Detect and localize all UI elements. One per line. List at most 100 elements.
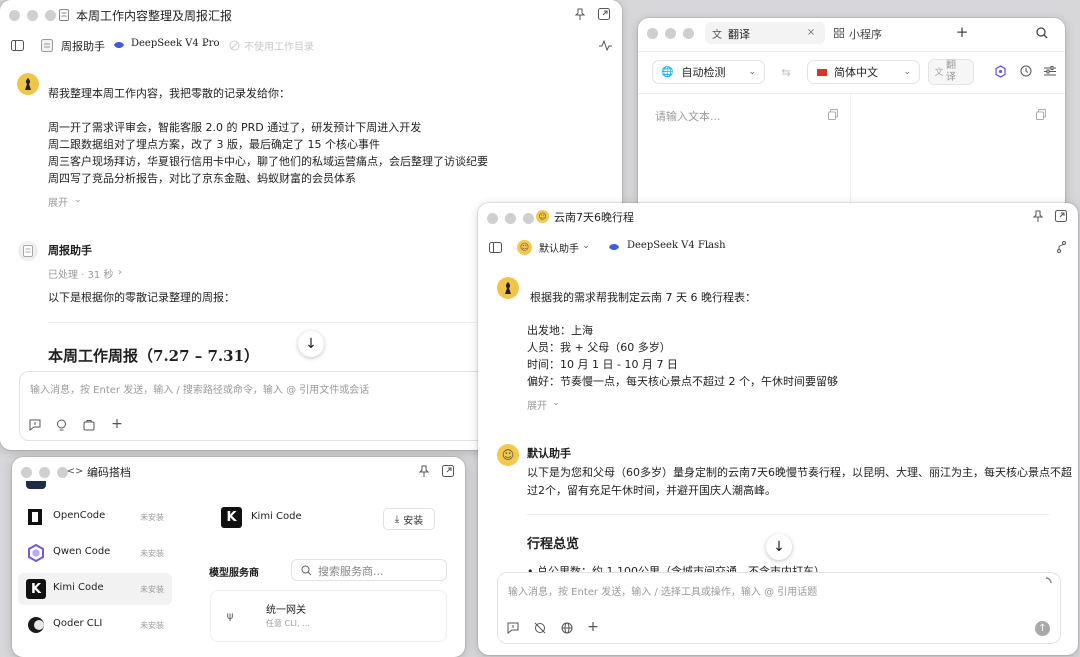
expand-link[interactable]: 展开 [527,397,547,412]
message-input[interactable]: 输入消息，按 Enter 发送，输入 / 选择工具或操作，输入 @ 引用话题 +… [497,572,1061,644]
chevron-down-icon: ⌄ [748,67,756,77]
kimi-logo-icon: K [221,507,242,528]
chevron-down-icon[interactable]: ⌄ [703,241,713,251]
assistant-selector[interactable]: 默认助手 [539,240,579,255]
assistant-selector[interactable]: 周报助手 [61,38,105,54]
overview-heading: 行程总览 [527,537,580,552]
popout-icon[interactable] [441,464,455,478]
tool-item-kimi-code[interactable]: K Kimi Code 未安装 [18,573,172,605]
search-icon[interactable] [1035,26,1049,40]
tool-item-qwen-code[interactable]: Qwen Code 未安装 [18,537,178,569]
user-message-intro: 根据我的需求帮我制定云南 7 天 6 晚行程表： [530,291,756,304]
sidebar-toggle-icon[interactable] [488,240,502,254]
minimize-dot[interactable] [505,212,516,224]
source-text-input[interactable]: 请输入文本... [655,108,721,124]
assistant-avatar-icon [40,38,54,52]
pin-icon[interactable] [573,7,587,21]
input-placeholder: 输入消息，按 Enter 发送，输入 / 选择工具或操作，输入 @ 引用话题 [508,587,818,598]
source-language-select[interactable]: 🌐 自动检测 ⌄ [652,60,765,84]
report-heading: 本周工作周报（7.27 – 7.31） [48,347,260,365]
copy-icon[interactable] [827,108,839,120]
target-language-select[interactable]: 简体中文 ⌄ [807,60,920,84]
divider [638,51,1065,52]
sidebar-toggle-icon[interactable] [10,38,24,52]
ai-model-icon[interactable] [993,64,1007,78]
workdir-option[interactable]: 不使用工作目录 [244,38,314,53]
install-label: 安装 [403,515,424,527]
new-tab-plus-icon[interactable]: + [955,23,969,41]
tool-item-opencode[interactable]: OpenCode 未安装 [18,501,178,533]
chevron-down-icon[interactable]: ⌄ [201,39,211,49]
copy-icon[interactable] [1035,108,1047,120]
chevron-down-icon[interactable]: ⌄ [73,195,83,205]
pin-icon[interactable] [1031,209,1045,223]
close-tab-icon[interactable]: × [805,26,817,38]
send-button[interactable]: ↑ [1035,621,1050,636]
chevron-down-icon[interactable]: ⌄ [551,398,561,408]
chevron-down-icon[interactable]: ⌄ [581,241,591,251]
toolbox-icon[interactable] [82,418,96,432]
gateway-card[interactable]: ψ 统一网关 任意 CLI, ... [210,590,447,642]
window-title: 本周工作内容整理及周报汇报 [76,9,233,23]
settings-sliders-icon[interactable] [1043,64,1057,78]
expand-link[interactable]: 展开 [48,194,68,209]
minimize-dot[interactable] [39,466,50,478]
tool-name: Qwen Code [53,546,111,557]
popout-icon[interactable] [597,7,611,21]
tab-translate[interactable]: 文 翻译 × [705,22,825,44]
translate-button[interactable]: 文 翻译 [928,59,974,85]
close-dot[interactable] [647,27,658,39]
globe-icon[interactable] [560,621,574,635]
activity-icon[interactable] [598,38,612,52]
search-icon [300,564,312,576]
window-title: 云南7天6晚行程 [554,211,634,224]
gateway-name: 统一网关 [266,605,306,616]
window-controls [21,466,68,478]
download-icon: ⤓ [394,513,400,525]
chevron-down-icon: ⌄ [903,67,911,77]
tool-name: OpenCode [53,510,106,521]
tab-mini-program[interactable]: 小程序 [849,26,882,42]
minimize-dot[interactable] [665,27,676,39]
tool-name: Kimi Code [53,582,104,593]
chevron-right-icon[interactable]: › [116,267,124,278]
zoom-dot[interactable] [45,9,56,21]
arrow-down-icon: ↓ [773,539,785,555]
tool-logo-partial [26,481,46,489]
lightbulb-icon[interactable] [54,418,68,432]
pin-icon[interactable] [417,464,431,478]
history-icon[interactable] [1019,64,1033,78]
plus-icon[interactable]: + [586,619,600,635]
zoom-dot[interactable] [683,27,694,39]
popout-icon[interactable] [1054,209,1068,223]
china-flag-icon [817,68,827,76]
qwen-logo-icon [26,543,46,563]
user-line: 周三客户现场拜访，华夏银行信用卡中心，聊了他们的私域运营痛点，会后整理了访谈纪要 [48,155,488,168]
close-dot[interactable] [9,9,20,21]
close-dot[interactable] [21,466,32,478]
close-dot[interactable] [487,212,498,224]
user-line: 时间：10 月 1 日 - 10 月 7 日 [527,358,678,371]
processed-status[interactable]: 已处理 · 31 秒 [48,266,113,281]
provider-search-input[interactable]: 搜索服务商... [291,559,447,581]
coding-partner-window: <> 编码搭档 OpenCode 未安装 Qwen Code 未安装 K Kim… [12,457,465,657]
qoder-logo-icon [26,615,46,635]
zoom-dot[interactable] [523,212,534,224]
scroll-to-bottom-button[interactable]: ↓ [766,534,792,560]
scroll-to-bottom-button[interactable]: ↓ [298,331,324,357]
new-topic-icon[interactable] [28,418,42,432]
target-language-label: 简体中文 [834,66,878,79]
tool-item-qoder-cli[interactable]: Qoder CLI 未安装 [18,609,178,641]
no-mention-icon[interactable] [533,621,547,635]
install-button[interactable]: ⤓ 安装 [383,508,435,530]
branch-icon[interactable] [1054,240,1068,254]
new-topic-icon[interactable] [506,621,520,635]
plus-icon[interactable]: + [110,416,124,432]
code-icon: <> [66,465,84,477]
assistant-smiley-icon: ☺ [517,240,532,255]
user-line: 出发地：上海 [527,324,593,337]
minimize-dot[interactable] [27,9,38,21]
yunnan-trip-window: ☺ 云南7天6晚行程 ☺ 默认助手 ⌄ DeepSeek V4 Flash ⌄ … [478,203,1078,655]
swap-languages-icon[interactable]: ⇆ [779,65,793,79]
user-line: 偏好：节奏慢一点，每天核心景点不超过 2 个，午休时间要留够 [527,375,838,388]
